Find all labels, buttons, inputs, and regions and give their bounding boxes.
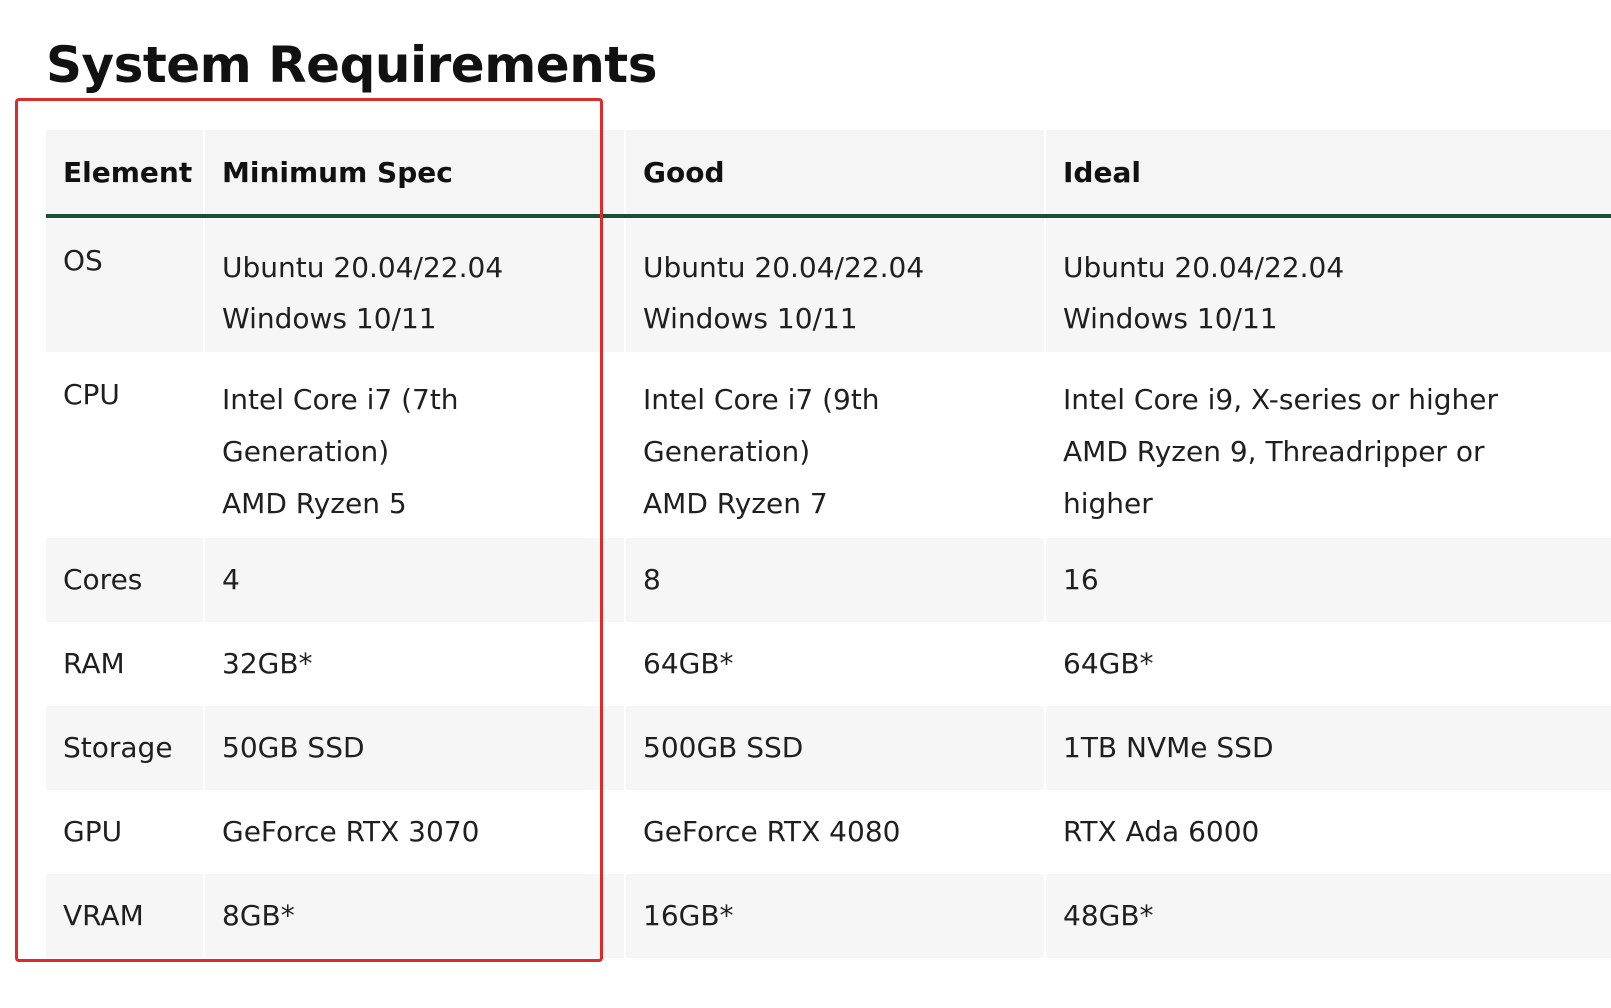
cpu-minimum-cell: Intel Core i7 (7th Generation) AMD Ryzen… — [203, 352, 625, 538]
os-minimum-cell: Ubuntu 20.04/22.04 Windows 10/11 — [203, 216, 625, 352]
header-good: Good — [624, 130, 1045, 218]
row-label-vram: VRAM — [46, 874, 204, 958]
os-ideal-line: Windows 10/11 — [1063, 302, 1278, 335]
table-row-os: OS Ubuntu 20.04/22.04 Windows 10/11 Ubun… — [46, 216, 1611, 352]
row-label-storage: Storage — [46, 706, 204, 790]
row-label-cpu: CPU — [46, 352, 204, 538]
cpu-minimum-line: Generation) — [222, 435, 390, 468]
cores-ideal-cell: 16 — [1044, 538, 1611, 622]
storage-minimum-cell: 50GB SSD — [203, 706, 625, 790]
os-minimum-line: Ubuntu 20.04/22.04 — [222, 251, 504, 284]
cpu-good-cell: Intel Core i7 (9th Generation) AMD Ryzen… — [624, 352, 1045, 538]
table-row-gpu: GPU GeForce RTX 3070 GeForce RTX 4080 RT… — [46, 790, 1611, 874]
table-row-ram: RAM 32GB* 64GB* 64GB* — [46, 622, 1611, 706]
row-label-cores: Cores — [46, 538, 204, 622]
os-ideal-cell: Ubuntu 20.04/22.04 Windows 10/11 — [1044, 216, 1611, 352]
vram-minimum-cell: 8GB* — [203, 874, 625, 958]
cpu-good-line: Generation) — [643, 435, 811, 468]
storage-good-cell: 500GB SSD — [624, 706, 1045, 790]
ram-minimum-cell: 32GB* — [203, 622, 625, 706]
header-minimum-spec: Minimum Spec — [203, 130, 625, 218]
cpu-ideal-line: Intel Core i9, X-series or higher — [1063, 383, 1499, 416]
cpu-ideal-line: AMD Ryzen 9, Threadripper or — [1063, 435, 1485, 468]
row-label-os: OS — [46, 216, 204, 352]
cores-good-cell: 8 — [624, 538, 1045, 622]
table-row-storage: Storage 50GB SSD 500GB SSD 1TB NVMe SSD — [46, 706, 1611, 790]
row-label-gpu: GPU — [46, 790, 204, 874]
cpu-good-line: AMD Ryzen 7 — [643, 487, 828, 520]
table-row-cpu: CPU Intel Core i7 (7th Generation) AMD R… — [46, 352, 1611, 538]
cpu-good-line: Intel Core i7 (9th — [643, 383, 880, 416]
cpu-ideal-cell: Intel Core i9, X-series or higher AMD Ry… — [1044, 352, 1611, 538]
table-row-vram: VRAM 8GB* 16GB* 48GB* — [46, 874, 1611, 958]
os-good-cell: Ubuntu 20.04/22.04 Windows 10/11 — [624, 216, 1045, 352]
table-header-row: Element Minimum Spec Good Ideal — [46, 130, 1611, 218]
table-row-cores: Cores 4 8 16 — [46, 538, 1611, 622]
page-title: System Requirements — [46, 36, 657, 94]
vram-good-cell: 16GB* — [624, 874, 1045, 958]
os-ideal-line: Ubuntu 20.04/22.04 — [1063, 251, 1345, 284]
vram-ideal-cell: 48GB* — [1044, 874, 1611, 958]
cores-minimum-cell: 4 — [203, 538, 625, 622]
gpu-ideal-cell: RTX Ada 6000 — [1044, 790, 1611, 874]
header-element: Element — [46, 130, 204, 218]
cpu-minimum-line: AMD Ryzen 5 — [222, 487, 407, 520]
os-minimum-line: Windows 10/11 — [222, 302, 437, 335]
ram-good-cell: 64GB* — [624, 622, 1045, 706]
header-ideal: Ideal — [1044, 130, 1611, 218]
row-label-ram: RAM — [46, 622, 204, 706]
system-requirements-table: Element Minimum Spec Good Ideal OS Ubunt… — [46, 130, 1611, 958]
os-good-line: Windows 10/11 — [643, 302, 858, 335]
cpu-minimum-line: Intel Core i7 (7th — [222, 383, 459, 416]
gpu-minimum-cell: GeForce RTX 3070 — [203, 790, 625, 874]
cpu-ideal-line: higher — [1063, 487, 1153, 520]
ram-ideal-cell: 64GB* — [1044, 622, 1611, 706]
gpu-good-cell: GeForce RTX 4080 — [624, 790, 1045, 874]
os-good-line: Ubuntu 20.04/22.04 — [643, 251, 925, 284]
storage-ideal-cell: 1TB NVMe SSD — [1044, 706, 1611, 790]
